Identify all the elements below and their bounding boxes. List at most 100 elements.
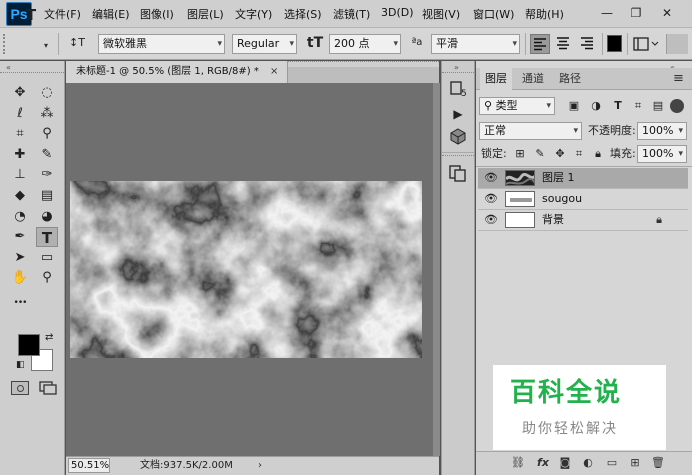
strip-grip-2[interactable] [442, 155, 474, 158]
panel-menu-icon[interactable]: ≡ [673, 70, 684, 88]
document-canvas[interactable] [70, 181, 422, 358]
lock-position-icon[interactable]: ✥ [553, 147, 567, 161]
document-tab[interactable]: 未标题-1 @ 50.5% (图层 1, RGB/8#) * [66, 61, 288, 83]
menu-filter[interactable]: 滤镜(T) [333, 6, 370, 22]
marquee-tool-icon[interactable]: ◌ [36, 83, 58, 103]
default-colors-icon[interactable]: ◧ [16, 360, 25, 370]
blur-tool-icon[interactable]: ◔ [9, 207, 31, 227]
visibility-eye-icon[interactable]: 👁︎ [484, 213, 498, 227]
hand-tool-icon[interactable]: ✋ [9, 268, 31, 288]
adjustment-layer-icon[interactable]: ◐ [580, 455, 596, 471]
menu-3d[interactable]: 3D(D) [381, 6, 414, 19]
tab-layers[interactable]: 图层 [480, 68, 512, 90]
menu-type[interactable]: 文字(Y) [235, 6, 272, 22]
filter-pixel-icon[interactable]: ▣ [567, 99, 581, 113]
layer-filter-select[interactable]: ⚲ 类型 ▾ [479, 97, 555, 115]
strip-grip[interactable] [442, 72, 474, 75]
align-right-button[interactable] [578, 34, 598, 54]
menu-layer[interactable]: 图层(L) [187, 6, 224, 22]
lock-artboard-icon[interactable]: ⌗ [572, 147, 586, 161]
history-brush-tool-icon[interactable]: ✑ [36, 165, 58, 185]
close-tab-icon[interactable]: × [270, 61, 278, 83]
menu-file[interactable]: 文件(F) [44, 6, 81, 22]
3d-panel-icon[interactable] [447, 126, 469, 146]
text-orientation-icon[interactable]: ↕T [64, 34, 90, 52]
warp-text-button[interactable] [632, 36, 660, 52]
menu-edit[interactable]: 编辑(E) [92, 6, 130, 22]
zoom-level-field[interactable]: 50.51% [68, 458, 110, 473]
paragraph-panel-icon[interactable] [447, 163, 469, 183]
visibility-eye-icon[interactable]: 👁︎ [484, 192, 498, 206]
blend-mode-select[interactable]: 正常 ▾ [479, 122, 582, 140]
layer-row-background[interactable]: 👁︎ 背景 🔒︎ [478, 210, 688, 231]
text-color-swatch[interactable] [607, 35, 622, 52]
lasso-tool-icon[interactable]: ℓ [9, 104, 31, 124]
lock-all-icon[interactable]: 🔒︎ [591, 147, 605, 161]
layer-name[interactable]: 背景 [542, 210, 564, 230]
brush-tool-icon[interactable]: ✎ [36, 145, 58, 165]
link-layers-icon[interactable]: ⛓ [510, 455, 526, 471]
filter-adjustment-icon[interactable]: ◑ [589, 99, 603, 113]
quick-mask-icon[interactable] [11, 381, 29, 395]
expand-panels-icon[interactable]: » [454, 63, 459, 72]
font-family-select[interactable]: 微软雅黑 ▾ [98, 34, 225, 54]
fill-field[interactable]: 100% ▾ [637, 145, 687, 163]
vertical-scrollbar[interactable] [433, 83, 440, 456]
status-menu-arrow-icon[interactable]: › [258, 458, 262, 473]
eraser-tool-icon[interactable]: ◆ [9, 186, 31, 206]
tab-channels[interactable]: 通道 [517, 68, 549, 90]
type-tool-icon[interactable]: T [18, 6, 44, 24]
healing-brush-tool-icon[interactable]: ✚ [9, 145, 31, 165]
layer-row-sougou[interactable]: 👁︎ sougou [478, 189, 688, 210]
filter-smart-object-icon[interactable]: ▤ [651, 99, 665, 113]
actions-play-icon[interactable]: ▶ [447, 104, 469, 124]
more-tools-icon[interactable]: ••• [9, 293, 31, 313]
move-tool-icon[interactable]: ✥ [9, 83, 31, 103]
eyedropper-tool-icon[interactable]: ⚲ [36, 124, 58, 144]
zoom-tool-icon[interactable]: ⚲ [36, 268, 58, 288]
new-layer-icon[interactable]: ⊞ [627, 455, 643, 471]
menu-view[interactable]: 视图(V) [422, 6, 460, 22]
restore-icon[interactable]: ❐ [625, 3, 647, 23]
layer-row-layer1[interactable]: 👁︎ 图层 1 [478, 168, 688, 189]
anti-alias-select[interactable]: 平滑 ▾ [431, 34, 520, 54]
fx-icon[interactable]: fx [535, 455, 551, 471]
layer-name[interactable]: sougou [542, 189, 582, 209]
align-left-button[interactable] [530, 34, 550, 54]
path-selection-tool-icon[interactable]: ➤ [9, 248, 31, 268]
align-center-button[interactable] [554, 34, 574, 54]
menu-select[interactable]: 选择(S) [284, 6, 322, 22]
crop-tool-icon[interactable]: ⌗ [9, 124, 31, 144]
foreground-color-swatch-front[interactable] [18, 334, 40, 356]
close-icon[interactable]: ✕ [656, 3, 678, 23]
type-tool-icon[interactable]: T [36, 227, 58, 248]
visibility-eye-icon[interactable]: 👁︎ [484, 171, 498, 185]
tab-paths[interactable]: 路径 [554, 68, 586, 90]
add-mask-icon[interactable]: ◙ [557, 455, 573, 471]
font-style-select[interactable]: Regular ▾ [232, 34, 297, 54]
screen-mode-icon[interactable] [39, 381, 57, 395]
options-grip[interactable] [3, 34, 7, 54]
lock-image-icon[interactable]: ✎ [533, 147, 547, 161]
filter-toggle-icon[interactable] [670, 99, 684, 113]
layer-name[interactable]: 图层 1 [542, 168, 575, 188]
magic-wand-tool-icon[interactable]: ⁂ [36, 104, 58, 124]
swap-colors-icon[interactable]: ⇄ [45, 332, 53, 343]
font-size-select[interactable]: 200 点 ▾ [329, 34, 401, 54]
history-panel-icon[interactable]: 5 [447, 79, 469, 99]
tool-preset-dropdown-icon[interactable]: ▾ [44, 41, 48, 50]
delete-layer-icon[interactable]: 🗑︎ [650, 455, 666, 471]
menu-image[interactable]: 图像(I) [140, 6, 174, 22]
new-group-icon[interactable]: ▭ [604, 455, 620, 471]
dodge-tool-icon[interactable]: ◕ [36, 207, 58, 227]
clone-stamp-tool-icon[interactable]: ⊥ [9, 165, 31, 185]
menu-help[interactable]: 帮助(H) [525, 6, 564, 22]
lock-transparent-icon[interactable]: ⊞ [513, 147, 527, 161]
opacity-field[interactable]: 100% ▾ [637, 122, 687, 140]
filter-type-icon[interactable]: T [611, 99, 625, 113]
rectangle-tool-icon[interactable]: ▭ [36, 248, 58, 268]
filter-shape-icon[interactable]: ⌗ [631, 99, 645, 113]
menu-window[interactable]: 窗口(W) [473, 6, 514, 22]
gradient-tool-icon[interactable]: ▤ [36, 186, 58, 206]
toolbar-grip[interactable] [0, 72, 64, 75]
